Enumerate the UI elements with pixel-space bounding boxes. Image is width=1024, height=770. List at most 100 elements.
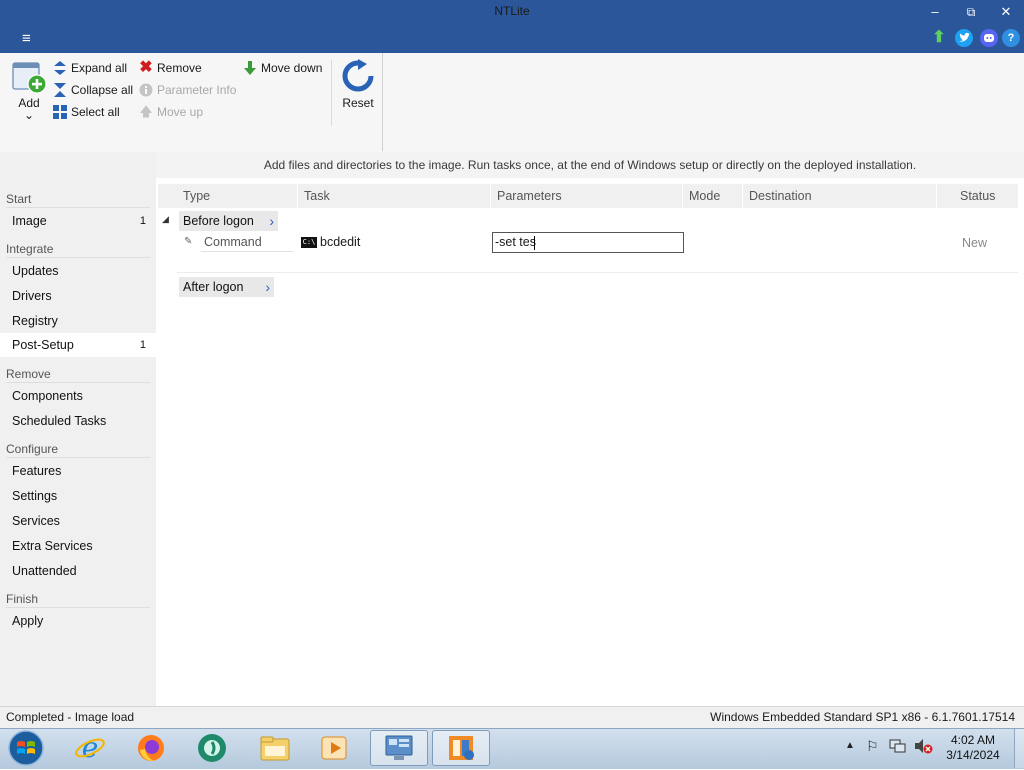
- divider: [6, 257, 150, 258]
- help-icon[interactable]: ?: [1002, 29, 1020, 47]
- taskbar-app-green-icon[interactable]: [183, 730, 241, 766]
- chevron-right-icon: ›: [269, 213, 274, 229]
- sidebar-group-remove: Remove: [6, 367, 51, 381]
- column-header-spacer: [158, 184, 177, 208]
- action-center-flag-icon[interactable]: ⚐: [866, 738, 879, 755]
- sidebar-item-label: Features: [12, 464, 62, 478]
- expand-all-button[interactable]: Expand all: [53, 61, 127, 75]
- sidebar-item-label: Components: [12, 389, 83, 403]
- taskbar-media-player-icon[interactable]: [306, 730, 364, 766]
- count-badge: 1: [139, 339, 146, 351]
- divider: [6, 457, 150, 458]
- taskbar-firefox-icon[interactable]: [122, 730, 180, 766]
- taskbar-control-panel-icon[interactable]: [370, 730, 428, 766]
- column-header-parameters[interactable]: Parameters: [490, 184, 683, 208]
- window-title: NTLite: [494, 4, 530, 18]
- sidebar-item-image[interactable]: Image 1: [0, 209, 156, 233]
- show-desktop-button[interactable]: [1014, 729, 1024, 768]
- sidebar-item-label: Extra Services: [12, 539, 93, 553]
- add-icon: [12, 60, 48, 99]
- network-icon[interactable]: [889, 738, 907, 757]
- reset-label: Reset: [342, 96, 374, 110]
- status-message: Completed - Image load: [6, 710, 135, 724]
- collapse-all-button[interactable]: Collapse all: [53, 83, 133, 97]
- add-button[interactable]: Add ⌄: [8, 58, 50, 122]
- divider: [6, 607, 150, 608]
- sidebar-item-settings[interactable]: Settings: [0, 484, 156, 508]
- volume-muted-icon[interactable]: [913, 738, 933, 757]
- select-all-label: Select all: [71, 105, 120, 119]
- collapse-triangle-icon[interactable]: ◢: [162, 214, 169, 225]
- select-all-button[interactable]: Select all: [53, 105, 120, 119]
- group-label: Before logon: [183, 214, 254, 228]
- column-header-status[interactable]: Status: [936, 184, 1018, 208]
- column-header-task[interactable]: Task: [297, 184, 491, 208]
- sidebar-item-label: Apply: [12, 614, 44, 628]
- taskbar-ntlite-icon[interactable]: [432, 730, 490, 766]
- parameters-text: -set tes: [495, 235, 536, 249]
- info-icon: [139, 83, 153, 97]
- status-cell: New: [962, 236, 988, 250]
- pencil-icon: ✎: [184, 236, 193, 247]
- collapse-icon: [53, 83, 67, 97]
- sidebar-item-registry[interactable]: Registry: [0, 309, 156, 333]
- type-dropdown[interactable]: Command: [201, 233, 293, 252]
- task-cell[interactable]: bcdedit: [320, 235, 360, 249]
- sidebar-item-label: Scheduled Tasks: [12, 414, 107, 428]
- close-button[interactable]: ✕: [991, 2, 1021, 22]
- ribbon-separator: [331, 60, 332, 126]
- console-icon: C:\: [301, 237, 317, 248]
- taskbar-explorer-icon[interactable]: [246, 730, 304, 766]
- expand-all-label: Expand all: [71, 61, 128, 75]
- text-cursor: [534, 236, 535, 250]
- sidebar-item-services[interactable]: Services: [0, 509, 156, 533]
- sidebar-group-finish: Finish: [6, 592, 39, 606]
- remove-x-icon: ✖: [139, 59, 153, 76]
- divider: [6, 382, 150, 383]
- menu-icon[interactable]: ≡: [22, 30, 31, 47]
- sidebar-item-scheduled-tasks[interactable]: Scheduled Tasks: [0, 409, 156, 433]
- collapse-all-label: Collapse all: [71, 83, 134, 97]
- sidebar-item-label: Image: [12, 214, 47, 228]
- update-arrow-icon[interactable]: ⬆: [930, 29, 948, 47]
- remove-button[interactable]: ✖ Remove: [139, 59, 201, 76]
- sidebar-group-integrate: Integrate: [6, 242, 54, 256]
- twitter-icon[interactable]: [955, 29, 973, 47]
- sidebar-item-updates[interactable]: Updates: [0, 259, 156, 283]
- clock[interactable]: 4:02 AM 3/14/2024: [938, 733, 1008, 763]
- grid-icon: [53, 105, 67, 119]
- sidebar-group-start: Start: [6, 192, 32, 206]
- group-divider: [177, 272, 1018, 273]
- minimize-button[interactable]: –: [920, 2, 950, 22]
- column-header-mode[interactable]: Mode: [682, 184, 743, 208]
- reset-button[interactable]: Reset: [338, 58, 378, 118]
- parameters-input[interactable]: -set tes: [492, 232, 684, 253]
- sidebar-item-components[interactable]: Components: [0, 384, 156, 408]
- column-header-type[interactable]: Type: [177, 184, 298, 208]
- column-header-destination[interactable]: Destination: [742, 184, 936, 208]
- show-hidden-icons-chevron-icon[interactable]: ▲: [845, 740, 855, 751]
- sidebar-item-features[interactable]: Features: [0, 459, 156, 483]
- move-up-button[interactable]: 🡅 Move up: [139, 105, 203, 120]
- start-button[interactable]: [6, 729, 46, 767]
- status-bar: Completed - Image load Windows Embedded …: [0, 706, 1024, 729]
- move-down-button[interactable]: Move down: [243, 61, 322, 75]
- sidebar-item-label: Unattended: [12, 564, 77, 578]
- sidebar-item-post-setup[interactable]: Post-Setup 1: [0, 333, 156, 357]
- sidebar-item-apply[interactable]: Apply: [0, 609, 156, 633]
- after-logon-group[interactable]: After logon ›: [179, 277, 274, 297]
- sidebar-item-extra-services[interactable]: Extra Services: [0, 534, 156, 558]
- sidebar-item-drivers[interactable]: Drivers: [0, 284, 156, 308]
- sidebar-item-label: Registry: [12, 314, 58, 328]
- svg-text:e: e: [82, 732, 99, 764]
- ribbon-divider: [382, 53, 383, 151]
- sidebar-item-label: Post-Setup: [12, 338, 74, 352]
- sidebar-item-unattended[interactable]: Unattended: [0, 559, 156, 583]
- parameter-info-button[interactable]: Parameter Info: [139, 83, 236, 97]
- before-logon-group[interactable]: Before logon ›: [179, 211, 278, 231]
- taskbar-ie-icon[interactable]: e: [61, 730, 119, 766]
- discord-icon[interactable]: [980, 29, 998, 47]
- arrow-down-icon: [243, 61, 257, 75]
- maximize-button[interactable]: ⧉: [956, 2, 986, 22]
- sidebar-item-label: Settings: [12, 489, 58, 503]
